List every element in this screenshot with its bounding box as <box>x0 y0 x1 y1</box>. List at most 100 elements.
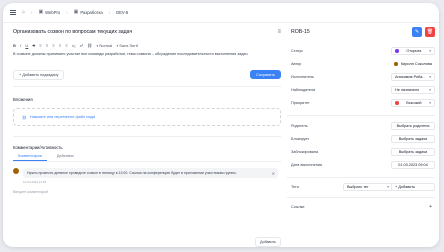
blocked-by-select[interactable]: Выбрать задачи <box>391 148 435 156</box>
dropzone-label: Нажмите или перетяните файл сюда <box>29 115 96 119</box>
field-value: Высокий <box>406 101 422 105</box>
divider <box>13 86 281 87</box>
align-center-button[interactable]: ≡ <box>46 43 48 48</box>
priority-dot <box>395 101 399 105</box>
field-label: Ссылки <box>291 205 305 209</box>
menu-icon[interactable] <box>10 9 16 16</box>
chevron-down-icon: ▾ <box>429 49 431 53</box>
tag-select-value: Выбрать тег <box>347 185 369 189</box>
watchers-select[interactable]: Не назначено ▾ <box>391 86 435 94</box>
align-left-button[interactable]: ≡ <box>39 43 41 48</box>
app-window: ⌂ › ▣ WebPro › ▣ Разработка › DEV-6 Орга… <box>3 3 439 247</box>
ordered-list-button[interactable]: ≡ <box>65 43 67 48</box>
attachments-title: Вложения <box>13 97 33 102</box>
chevron-down-icon: ▾ <box>387 185 389 189</box>
task-sidebar: ROB-15 ✎ 🗑 Статус Открыта ▾ Автор Кирилл … <box>287 27 435 243</box>
field-label: Приоритет <box>291 101 310 105</box>
divider <box>13 136 281 137</box>
field-label: Наблюдатели <box>291 88 316 92</box>
more-icon[interactable]: ≡ <box>277 29 281 35</box>
parent-select[interactable]: Выбрать родителя <box>391 122 435 130</box>
task-description[interactable]: В созвоне должны принимать участие все к… <box>13 52 281 56</box>
align-right-button[interactable]: ≡ <box>52 43 54 48</box>
underline-button[interactable]: U <box>25 43 28 48</box>
comment-time: 12.03.2024 14:54 <box>23 180 47 184</box>
superscript-button[interactable]: x² <box>80 43 83 48</box>
field-status: Статус Открыта ▾ <box>291 47 435 55</box>
author-value: Кирилл Соколова <box>391 61 435 67</box>
divider <box>287 115 435 116</box>
folder-icon: ▣ <box>38 9 44 15</box>
tab-comments[interactable]: Комментарии <box>13 154 47 161</box>
add-comment-button[interactable]: Добавить <box>255 237 281 247</box>
assignee-select[interactable]: Анисимов Роба... ▾ <box>391 73 435 81</box>
due-date-input[interactable]: 01.03.2023 09:04 <box>391 161 435 169</box>
italic-button[interactable]: I <box>20 43 21 48</box>
chevron-down-icon: ▾ <box>429 75 431 79</box>
link-icon[interactable]: ⛓ <box>87 43 92 48</box>
chevron-down-icon: ▾ <box>429 101 431 105</box>
tab-activity[interactable]: Действия <box>57 154 74 161</box>
editor-toolbar: B I U S ≡ ≡ ≡ ≡ ≡ x₂ x² ⛓ ▾ Normal ▾ San… <box>13 41 281 50</box>
priority-select[interactable]: Высокий ▾ <box>391 99 435 107</box>
save-button[interactable]: Сохранить <box>250 70 281 79</box>
field-assignee: Исполнитель Анисимов Роба... ▾ <box>291 73 435 81</box>
field-priority: Приоритет Высокий ▾ <box>291 99 435 107</box>
field-parent: Родитель Выбрать родителя <box>291 122 435 130</box>
breadcrumb-separator: › <box>66 10 68 15</box>
field-label: Блокирует <box>291 137 310 141</box>
strike-button[interactable]: S <box>32 43 35 48</box>
bold-button[interactable]: B <box>13 43 16 48</box>
avatar <box>394 62 398 66</box>
breadcrumb-item[interactable]: DEV-6 <box>116 10 128 15</box>
comment-input[interactable]: Введите комментарий <box>13 190 281 210</box>
heading-select[interactable]: ▾ Normal <box>97 43 113 48</box>
close-icon[interactable]: ✕ <box>272 171 275 176</box>
home-icon[interactable]: ⌂ <box>22 10 25 15</box>
comments-title: Комментарии/Активность <box>13 145 63 150</box>
comments-tabs: Комментарии Действия <box>13 154 281 162</box>
chevron-down-icon: ▾ <box>429 88 431 92</box>
breadcrumb-separator: › <box>108 10 111 15</box>
field-value: Кирилл Соколова <box>400 62 432 66</box>
tag-select[interactable]: Выбрать тег ▾ <box>343 183 393 191</box>
list-button[interactable]: ≡ <box>59 43 61 48</box>
comment-text: Нужно провести дневное проведите созвон … <box>27 171 237 175</box>
comments-section: Комментарии/Активность Комментарии Дейст… <box>13 145 281 247</box>
field-label: Исполнитель <box>291 75 315 79</box>
divider <box>287 197 435 198</box>
heading-select-value: Normal <box>99 43 113 48</box>
task-title[interactable]: Организовать созвон по вопросам текущих … <box>13 29 132 35</box>
top-bar: ⌂ › ▣ WebPro › ▣ Разработка › DEV-6 <box>3 3 439 23</box>
field-label: Дата выполнения <box>291 163 322 167</box>
link-icon: ⛓ <box>22 115 27 120</box>
field-value: Анисимов Роба... <box>395 75 426 79</box>
delete-icon[interactable]: 🗑 <box>425 27 435 37</box>
field-label: Статус <box>291 49 304 53</box>
status-select[interactable]: Открыта ▾ <box>391 47 435 55</box>
font-select[interactable]: ▾ Sans Serif <box>116 43 137 48</box>
edit-icon[interactable]: ✎ <box>412 27 422 37</box>
field-label: Теги <box>291 185 299 189</box>
breadcrumb-item[interactable]: Разработка <box>80 10 102 15</box>
field-value: Не назначено <box>395 88 420 92</box>
field-value: Открыта <box>406 49 422 53</box>
add-link-button[interactable]: + <box>429 204 432 210</box>
add-tag-button[interactable]: + Добавить <box>391 183 435 191</box>
folder-icon: ▣ <box>73 9 79 15</box>
task-id: ROB-15 <box>291 29 310 35</box>
avatar <box>13 168 19 174</box>
breadcrumb: ⌂ › ▣ WebPro › ▣ Разработка › DEV-6 <box>22 9 128 16</box>
divider <box>287 177 435 178</box>
blocks-select[interactable]: Выбрать задачи <box>391 135 435 143</box>
breadcrumb-item[interactable]: WebPro <box>45 10 60 15</box>
font-select-value: Sans Serif <box>119 43 138 48</box>
field-watchers: Наблюдатели Не назначено ▾ <box>291 86 435 94</box>
field-links: Ссылки + <box>291 203 435 211</box>
breadcrumb-separator: › <box>31 10 33 15</box>
subscript-button[interactable]: x₂ <box>72 43 76 48</box>
file-dropzone[interactable]: ⛓ Нажмите или перетяните файл сюда <box>13 108 281 126</box>
add-subtask-button[interactable]: + Добавить подзадачу <box>13 69 65 80</box>
status-dot <box>395 49 399 53</box>
field-blocked-by: Заблокирована Выбрать задачи <box>291 148 435 156</box>
